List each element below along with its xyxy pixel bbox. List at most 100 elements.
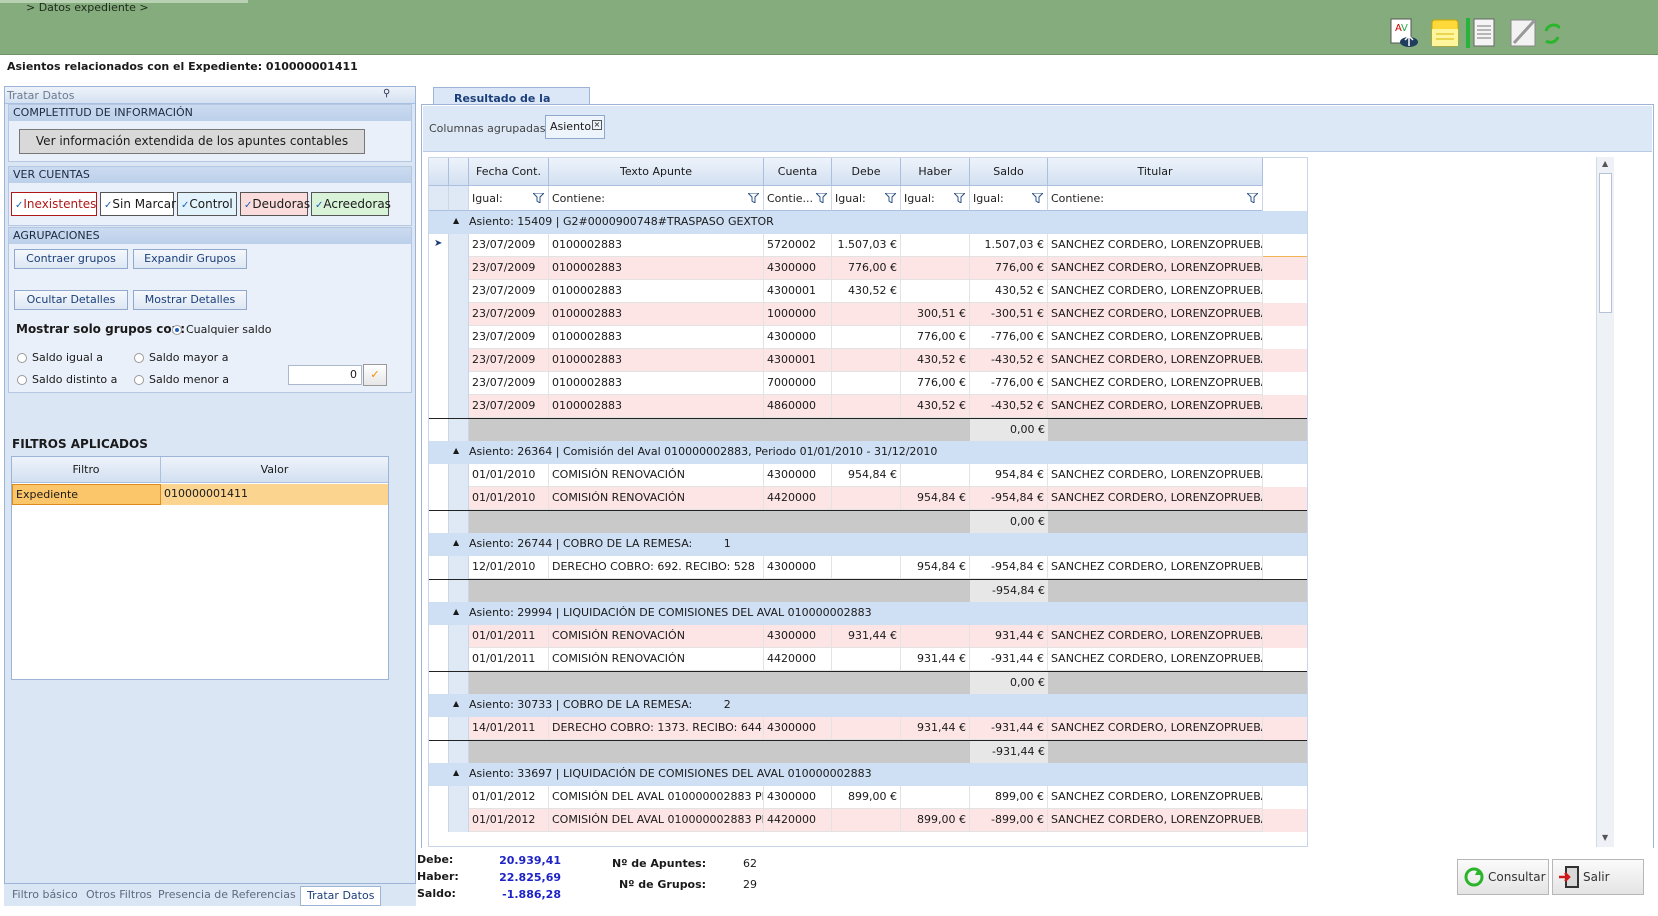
row-selector[interactable] [429, 648, 449, 671]
collapse-icon[interactable]: ▲ [453, 699, 459, 708]
cell-fecha[interactable]: 01/01/2010 [469, 464, 549, 487]
col-header-titular[interactable]: Titular [1048, 158, 1263, 186]
cell-texto[interactable]: DERECHO COBRO: 692. RECIBO: 528 [549, 556, 764, 579]
cell-debe[interactable]: 954,84 € [832, 464, 901, 487]
apply-check-icon[interactable]: ✓ [363, 364, 387, 386]
cell-cuenta[interactable]: 4420000 [764, 487, 832, 510]
asiento-group-chip[interactable]: Asiento × [545, 115, 605, 139]
cell-titular[interactable]: SANCHEZ CORDERO, LORENZOPRUEBAS -... [1048, 280, 1263, 303]
cell-titular[interactable]: SANCHEZ CORDERO, LORENZOPRUEBAS -... [1048, 487, 1263, 510]
row-selector[interactable] [429, 464, 449, 487]
cell-titular[interactable]: SANCHEZ CORDERO, LORENZOPRUEBAS -... [1048, 395, 1263, 418]
cell-debe[interactable]: 931,44 € [832, 625, 901, 648]
cell-saldo[interactable]: -430,52 € [970, 349, 1048, 372]
cell-texto[interactable]: COMISIÓN RENOVACIÓN [549, 464, 764, 487]
cell-debe[interactable]: 899,00 € [832, 786, 901, 809]
cell-debe[interactable] [832, 717, 901, 740]
document-icon[interactable] [1466, 17, 1498, 49]
radio-saldo-distinto[interactable] [17, 375, 27, 385]
pin-icon[interactable]: ⚲ [383, 88, 390, 99]
collapse-icon[interactable]: ▲ [453, 538, 459, 547]
col-header-haber[interactable]: Haber [901, 158, 970, 186]
table-row[interactable]: 23/07/2009 0100002883 4860000 430,52 € -430,… [429, 395, 1307, 418]
cell-debe[interactable]: 776,00 € [832, 257, 901, 280]
row-selector[interactable] [429, 487, 449, 510]
group-row[interactable]: ▲ Asiento: 29994 | LIQUIDACIÓN DE COMISIO… [429, 602, 1307, 625]
cell-debe[interactable]: 1.507,03 € [832, 234, 901, 257]
cell-saldo[interactable]: -931,44 € [970, 648, 1048, 671]
cell-fecha[interactable]: 12/01/2010 [469, 556, 549, 579]
cell-titular[interactable]: SANCHEZ CORDERO, LORENZOPRUEBAS -... [1048, 372, 1263, 395]
col-header-cuenta[interactable]: Cuenta [764, 158, 832, 186]
tab-tratar-datos[interactable]: Tratar Datos [300, 886, 382, 906]
valor-column-header[interactable]: Valor [161, 457, 388, 483]
filter-icon[interactable] [816, 193, 827, 203]
group-row[interactable]: ▲ Asiento: 30733 | COBRO DE LA REMESA: 2 [429, 694, 1307, 717]
tab-otros-filtros[interactable]: Otros Filtros [80, 886, 158, 906]
cell-texto[interactable]: COMISIÓN DEL AVAL 010000002883 PERI... [549, 809, 764, 832]
cell-debe[interactable] [832, 809, 901, 832]
filter-icon[interactable] [885, 193, 896, 203]
cell-haber[interactable]: 300,51 € [901, 303, 970, 326]
cell-titular[interactable]: SANCHEZ CORDERO, LORENZOPRUEBAS -... [1048, 625, 1263, 648]
cell-haber[interactable]: 776,00 € [901, 372, 970, 395]
table-row[interactable]: 01/01/2010 COMISIÓN RENOVACIÓN 4420000 954,… [429, 487, 1307, 510]
cell-fecha[interactable]: 23/07/2009 [469, 234, 549, 257]
cell-haber[interactable]: 931,44 € [901, 717, 970, 740]
cell-saldo[interactable]: -300,51 € [970, 303, 1048, 326]
cell-saldo[interactable]: -954,84 € [970, 487, 1048, 510]
cell-fecha[interactable]: 23/07/2009 [469, 395, 549, 418]
cell-haber[interactable] [901, 234, 970, 257]
cell-texto[interactable]: 0100002883 [549, 280, 764, 303]
collapse-icon[interactable]: ▲ [453, 216, 459, 225]
cell-saldo[interactable]: -954,84 € [970, 556, 1048, 579]
remove-group-icon[interactable]: × [592, 120, 602, 130]
filtro-column-header[interactable]: Filtro [12, 457, 161, 483]
tab-presencia-referencias[interactable]: Presencia de Referencias [152, 886, 302, 906]
vertical-scrollbar[interactable]: ▲ ▼ [1596, 157, 1614, 847]
cell-saldo[interactable]: -776,00 € [970, 372, 1048, 395]
row-selector[interactable] [429, 809, 449, 832]
notes-icon[interactable] [1430, 17, 1462, 49]
table-row[interactable]: 23/07/2009 0100002883 4300000 776,00 €776,0… [429, 257, 1307, 280]
cell-fecha[interactable]: 01/01/2010 [469, 487, 549, 510]
filter-haber[interactable]: Igual: [901, 186, 970, 211]
table-row[interactable]: 12/01/2010 DERECHO COBRO: 692. RECIBO: 52… [429, 556, 1307, 579]
table-row[interactable]: 14/01/2011 DERECHO COBRO: 1373. RECIBO: 6… [429, 717, 1307, 740]
cell-fecha[interactable]: 14/01/2011 [469, 717, 549, 740]
col-header-saldo[interactable]: Saldo [970, 158, 1048, 186]
row-selector[interactable] [429, 280, 449, 303]
cell-cuenta[interactable]: 4300001 [764, 280, 832, 303]
cell-cuenta[interactable]: 5720002 [764, 234, 832, 257]
cell-saldo[interactable]: -899,00 € [970, 809, 1048, 832]
cell-fecha[interactable]: 23/07/2009 [469, 303, 549, 326]
table-row[interactable]: 01/01/2011 COMISIÓN RENOVACIÓN 4420000 931,… [429, 648, 1307, 671]
cell-debe[interactable] [832, 556, 901, 579]
cell-texto[interactable]: 0100002883 [549, 303, 764, 326]
filter-cuenta[interactable]: Contie... [764, 186, 832, 211]
radio-saldo-menor[interactable] [134, 375, 144, 385]
radio-cualquier-saldo[interactable] [172, 325, 182, 335]
cell-titular[interactable]: SANCHEZ CORDERO, LORENZOPRUEBAS -... [1048, 257, 1263, 280]
cell-cuenta[interactable]: 4300000 [764, 464, 832, 487]
col-header-debe[interactable]: Debe [832, 158, 901, 186]
row-selector[interactable] [429, 395, 449, 418]
cell-haber[interactable] [901, 786, 970, 809]
cell-fecha[interactable]: 01/01/2011 [469, 648, 549, 671]
refresh-icon[interactable] [1542, 17, 1562, 49]
cell-haber[interactable] [901, 625, 970, 648]
cell-cuenta[interactable]: 1000000 [764, 303, 832, 326]
cell-debe[interactable]: 430,52 € [832, 280, 901, 303]
cell-fecha[interactable]: 23/07/2009 [469, 280, 549, 303]
cell-haber[interactable]: 430,52 € [901, 395, 970, 418]
collapse-icon[interactable]: ▲ [453, 607, 459, 616]
cell-fecha[interactable]: 23/07/2009 [469, 349, 549, 372]
filtro-cell[interactable]: Expediente [12, 484, 161, 505]
checkbox-inexistentes[interactable]: ✓Inexistentes [11, 192, 97, 216]
collapse-icon[interactable]: ▲ [453, 446, 459, 455]
cell-titular[interactable]: SANCHEZ CORDERO, LORENZOPRUEBAS -... [1048, 809, 1263, 832]
cell-cuenta[interactable]: 4300000 [764, 625, 832, 648]
cell-cuenta[interactable]: 4300000 [764, 556, 832, 579]
cell-texto[interactable]: COMISIÓN RENOVACIÓN [549, 648, 764, 671]
table-row[interactable]: 01/01/2012 COMISIÓN DEL AVAL 010000002883… [429, 786, 1307, 809]
